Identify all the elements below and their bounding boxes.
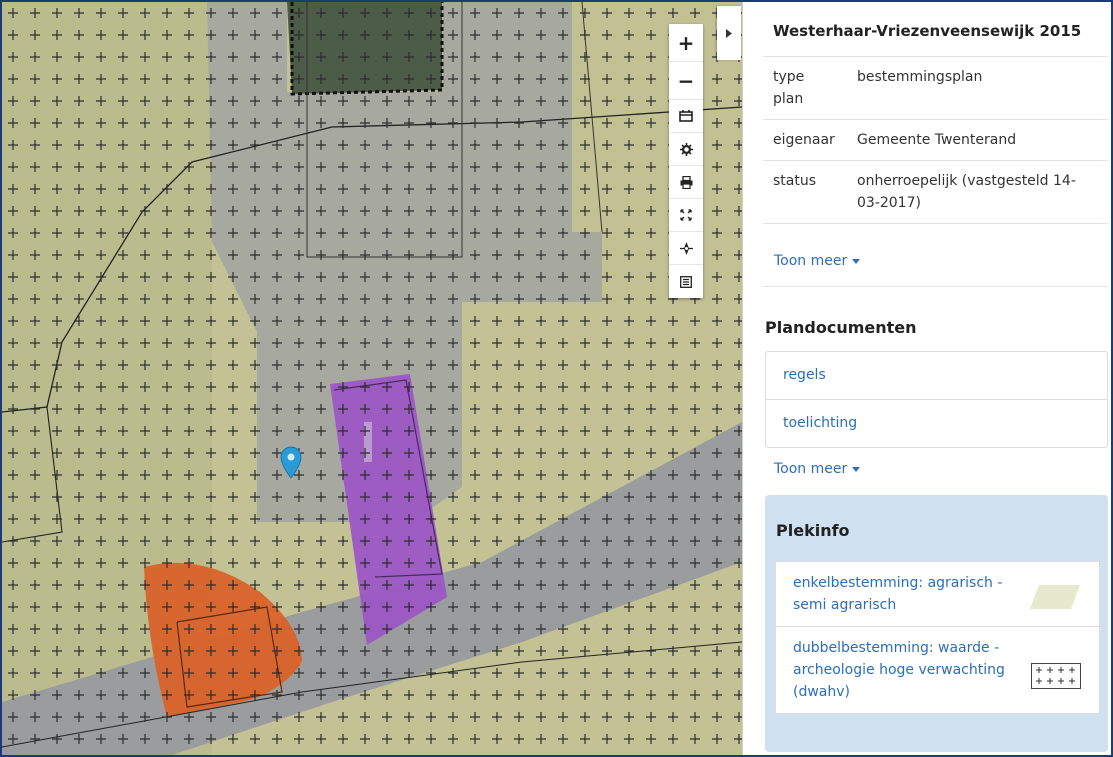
info-row-eigenaar: eigenaar Gemeente Twenterand [763,120,1108,161]
toon-meer-documents-link[interactable]: Toon meer [774,461,861,477]
info-key: type plan [773,69,805,107]
plekinfo-item-label: enkelbestemming: agrarisch - semi agrari… [793,575,1003,613]
print-button[interactable] [669,166,703,199]
map-view[interactable]: + − [2,2,742,755]
caret-right-icon [726,28,732,38]
archeologie-legend-swatch-icon [1031,663,1081,689]
fullscreen-icon [680,209,692,221]
plekinfo-item-label: dubbelbestemming: waarde - archeologie h… [793,640,1005,700]
plan-title: Westerhaar-Vriezenveensewijk 2015 [773,22,1082,40]
map-controls: + − [669,24,703,298]
map-layers-icon [679,110,693,122]
crosshair-icon [679,241,693,255]
caret-down-icon [852,258,861,264]
plekinfo-item-enkelbestemming[interactable]: enkelbestemming: agrarisch - semi agrari… [776,562,1099,627]
plandocumenten-title: Plandocumenten [765,318,917,337]
agrarisch-legend-swatch-icon [1030,585,1080,609]
info-key: eigenaar [773,132,835,148]
plekinfo-item-dubbelbestemming[interactable]: dubbelbestemming: waarde - archeologie h… [776,627,1099,713]
info-key: status [773,173,817,189]
settings-button[interactable] [669,133,703,166]
info-row-type: type plan bestemmingsplan [763,57,1108,120]
info-value: onherroepelijk (vastgesteld 14-03-2017) [857,173,1076,211]
zoom-out-button[interactable]: − [669,62,703,100]
collapse-panel-button[interactable] [717,6,741,60]
divider [763,286,1108,287]
plekinfo-list: enkelbestemming: agrarisch - semi agrari… [775,561,1100,714]
plan-info-table: type plan bestemmingsplan eigenaar Gemee… [763,56,1108,224]
plekinfo-title: Plekinfo [776,521,850,540]
toon-meer-label: Toon meer [774,461,848,477]
info-value: Gemeente Twenterand [857,132,1017,148]
document-link-toelichting[interactable]: toelichting [766,400,1107,447]
locate-button[interactable] [669,232,703,265]
gear-icon [679,142,693,156]
plandocumenten-list: regels toelichting [765,351,1108,448]
map-layers-button[interactable] [669,100,703,133]
list-icon [680,275,692,288]
info-value: bestemmingsplan [857,69,983,85]
zoom-in-button[interactable]: + [669,24,703,62]
toon-meer-label: Toon meer [774,253,848,269]
app-window: + − Westerhaar-Vriezenveensewijk 2015 ty… [0,0,1113,757]
caret-down-icon [852,466,861,472]
map-base-layer [2,2,742,755]
print-icon [680,175,692,189]
toon-meer-plan-link[interactable]: Toon meer [774,253,861,269]
info-row-status: status onherroepelijk (vastgesteld 14-03… [763,161,1108,224]
plekinfo-box: Plekinfo enkelbestemming: agrarisch - se… [765,495,1108,752]
fullscreen-button[interactable] [669,199,703,232]
info-panel: Westerhaar-Vriezenveensewijk 2015 type p… [742,2,1111,755]
legend-button[interactable] [669,265,703,298]
document-link-regels[interactable]: regels [766,352,1107,400]
